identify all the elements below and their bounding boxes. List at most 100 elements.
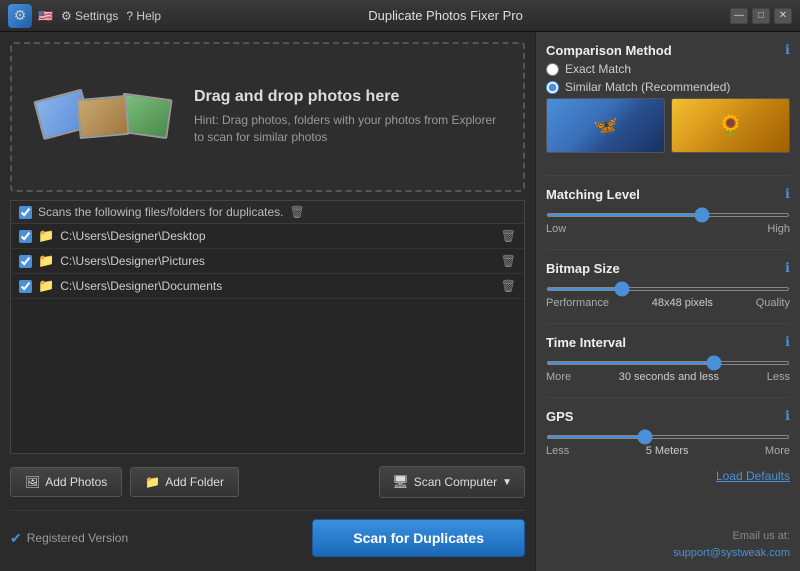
time-interval-center: 30 seconds and less <box>619 371 719 383</box>
photo-card-2 <box>76 95 129 139</box>
folder-icon-0: 📁 <box>38 228 54 244</box>
help-menu[interactable]: ? Help <box>126 9 161 23</box>
titlebar-menu: 🇺🇸 ⚙ Settings ? Help <box>38 9 161 23</box>
email-label: Email us at: <box>546 528 790 545</box>
scan-duplicates-button[interactable]: Scan for Duplicates <box>312 519 525 557</box>
folder-list-checkbox[interactable] <box>19 206 32 219</box>
comparison-method-title: Comparison Method <box>546 43 672 58</box>
gps-slider[interactable] <box>546 435 790 439</box>
gps-center: 5 Meters <box>646 445 689 457</box>
folder-path-2: C:\Users\Designer\Documents <box>60 279 495 293</box>
gps-title: GPS <box>546 409 573 424</box>
settings-menu[interactable]: ⚙ Settings <box>61 9 118 23</box>
main-container: Drag and drop photos here Hint: Drag pho… <box>0 32 800 571</box>
add-folder-label: Add Folder <box>165 475 224 489</box>
similar-match-radio-input[interactable] <box>546 81 559 94</box>
time-interval-info-icon[interactable]: ℹ <box>785 334 790 350</box>
folder-list-header: Scans the following files/folders for du… <box>11 201 524 224</box>
load-defaults-button[interactable]: Load Defaults <box>546 469 790 483</box>
add-folder-icon: 📁 <box>145 475 160 489</box>
folder-checkbox-2[interactable] <box>19 280 32 293</box>
titlebar-left: ⚙ 🇺🇸 ⚙ Settings ? Help <box>8 4 161 28</box>
photo-stack <box>28 97 178 137</box>
maximize-button[interactable]: □ <box>752 8 770 24</box>
sunflower-icon: 🌻 <box>672 99 789 152</box>
email-info: Email us at: support@systweak.com <box>546 528 790 561</box>
divider-1 <box>546 175 790 176</box>
drop-heading: Drag and drop photos here <box>194 88 507 106</box>
add-folder-button[interactable]: 📁 Add Folder <box>130 467 239 497</box>
registered-badge: ✔ Registered Version <box>10 530 128 547</box>
folder-path-0: C:\Users\Designer\Desktop <box>60 229 495 243</box>
gps-info-icon[interactable]: ℹ <box>785 408 790 424</box>
drop-hint: Hint: Drag photos, folders with your pho… <box>194 112 507 146</box>
scan-computer-button[interactable]: 🖥 Scan Computer ▼ <box>379 466 525 498</box>
bottom-bar: 🖼 Add Photos 📁 Add Folder 🖥 Scan Compute… <box>10 462 525 502</box>
matching-level-low: Low <box>546 223 566 235</box>
folder-checkbox-0[interactable] <box>19 230 32 243</box>
exact-match-radio-input[interactable] <box>546 63 559 76</box>
exact-match-radio[interactable]: Exact Match <box>546 62 790 76</box>
folder-checkbox-1[interactable] <box>19 255 32 268</box>
bitmap-size-performance: Performance <box>546 297 609 309</box>
butterfly-icon: 🦋 <box>547 99 664 152</box>
comparison-method-radio-group: Exact Match Similar Match (Recommended) <box>546 62 790 94</box>
scan-computer-label: Scan Computer <box>414 475 497 489</box>
scan-bar: ✔ Registered Version Scan for Duplicates <box>10 510 525 561</box>
add-photos-label: Add Photos <box>45 475 107 489</box>
divider-3 <box>546 323 790 324</box>
list-item: 📁 C:\Users\Designer\Desktop 🗑 <box>11 224 524 249</box>
folder-list: Scans the following files/folders for du… <box>10 200 525 454</box>
bitmap-size-slider[interactable] <box>546 287 790 291</box>
comparison-method-header: Comparison Method ℹ <box>546 42 790 58</box>
folder-icon-1: 📁 <box>38 253 54 269</box>
gps-less: Less <box>546 445 569 457</box>
bitmap-size-quality: Quality <box>756 297 790 309</box>
time-interval-labels: More 30 seconds and less Less <box>546 371 790 383</box>
similar-match-radio[interactable]: Similar Match (Recommended) <box>546 80 790 94</box>
matching-level-info-icon[interactable]: ℹ <box>785 186 790 202</box>
monitor-icon: 🖥 <box>392 474 409 490</box>
email-address[interactable]: support@systweak.com <box>673 547 790 559</box>
time-interval-title: Time Interval <box>546 335 626 350</box>
bitmap-size-info-icon[interactable]: ℹ <box>785 260 790 276</box>
folder-delete-0[interactable]: 🗑 <box>501 229 516 243</box>
folder-icon-2: 📁 <box>38 278 54 294</box>
add-photos-button[interactable]: 🖼 Add Photos <box>10 467 122 497</box>
divider-4 <box>546 397 790 398</box>
registered-label: Registered Version <box>27 531 128 545</box>
time-interval-slider[interactable] <box>546 361 790 365</box>
matching-level-title: Matching Level <box>546 187 640 202</box>
matching-level-header: Matching Level ℹ <box>546 186 790 202</box>
minimize-button[interactable]: — <box>730 8 748 24</box>
bitmap-size-header: Bitmap Size ℹ <box>546 260 790 276</box>
bitmap-size-labels: Performance 48x48 pixels Quality <box>546 297 790 309</box>
right-panel: Comparison Method ℹ Exact Match Similar … <box>535 32 800 571</box>
drop-text: Drag and drop photos here Hint: Drag pho… <box>194 88 507 146</box>
bitmap-size-center: 48x48 pixels <box>652 297 713 309</box>
gps-header: GPS ℹ <box>546 408 790 424</box>
titlebar-controls: — □ ✕ <box>730 8 792 24</box>
matching-level-high: High <box>767 223 790 235</box>
thumbnail-row: 🦋 🌻 <box>546 98 790 153</box>
titlebar: ⚙ 🇺🇸 ⚙ Settings ? Help Duplicate Photos … <box>0 0 800 32</box>
check-icon: ✔ <box>10 530 22 547</box>
matching-level-section: Matching Level ℹ Low High <box>546 186 790 235</box>
similar-match-label: Similar Match (Recommended) <box>565 80 730 94</box>
close-button[interactable]: ✕ <box>774 8 792 24</box>
time-interval-section: Time Interval ℹ More 30 seconds and less… <box>546 334 790 383</box>
exact-match-label: Exact Match <box>565 62 631 76</box>
folder-delete-2[interactable]: 🗑 <box>501 279 516 293</box>
comparison-method-info-icon[interactable]: ℹ <box>785 42 790 58</box>
bitmap-size-section: Bitmap Size ℹ Performance 48x48 pixels Q… <box>546 260 790 309</box>
drop-zone[interactable]: Drag and drop photos here Hint: Drag pho… <box>10 42 525 192</box>
folder-delete-1[interactable]: 🗑 <box>501 254 516 268</box>
matching-level-labels: Low High <box>546 223 790 235</box>
matching-level-slider[interactable] <box>546 213 790 217</box>
window-title: Duplicate Photos Fixer Pro <box>161 8 730 23</box>
divider-2 <box>546 249 790 250</box>
folder-list-delete-icon[interactable]: 🗑 <box>289 205 304 219</box>
gps-more: More <box>765 445 790 457</box>
time-interval-header: Time Interval ℹ <box>546 334 790 350</box>
thumbnail-yellow: 🌻 <box>671 98 790 153</box>
